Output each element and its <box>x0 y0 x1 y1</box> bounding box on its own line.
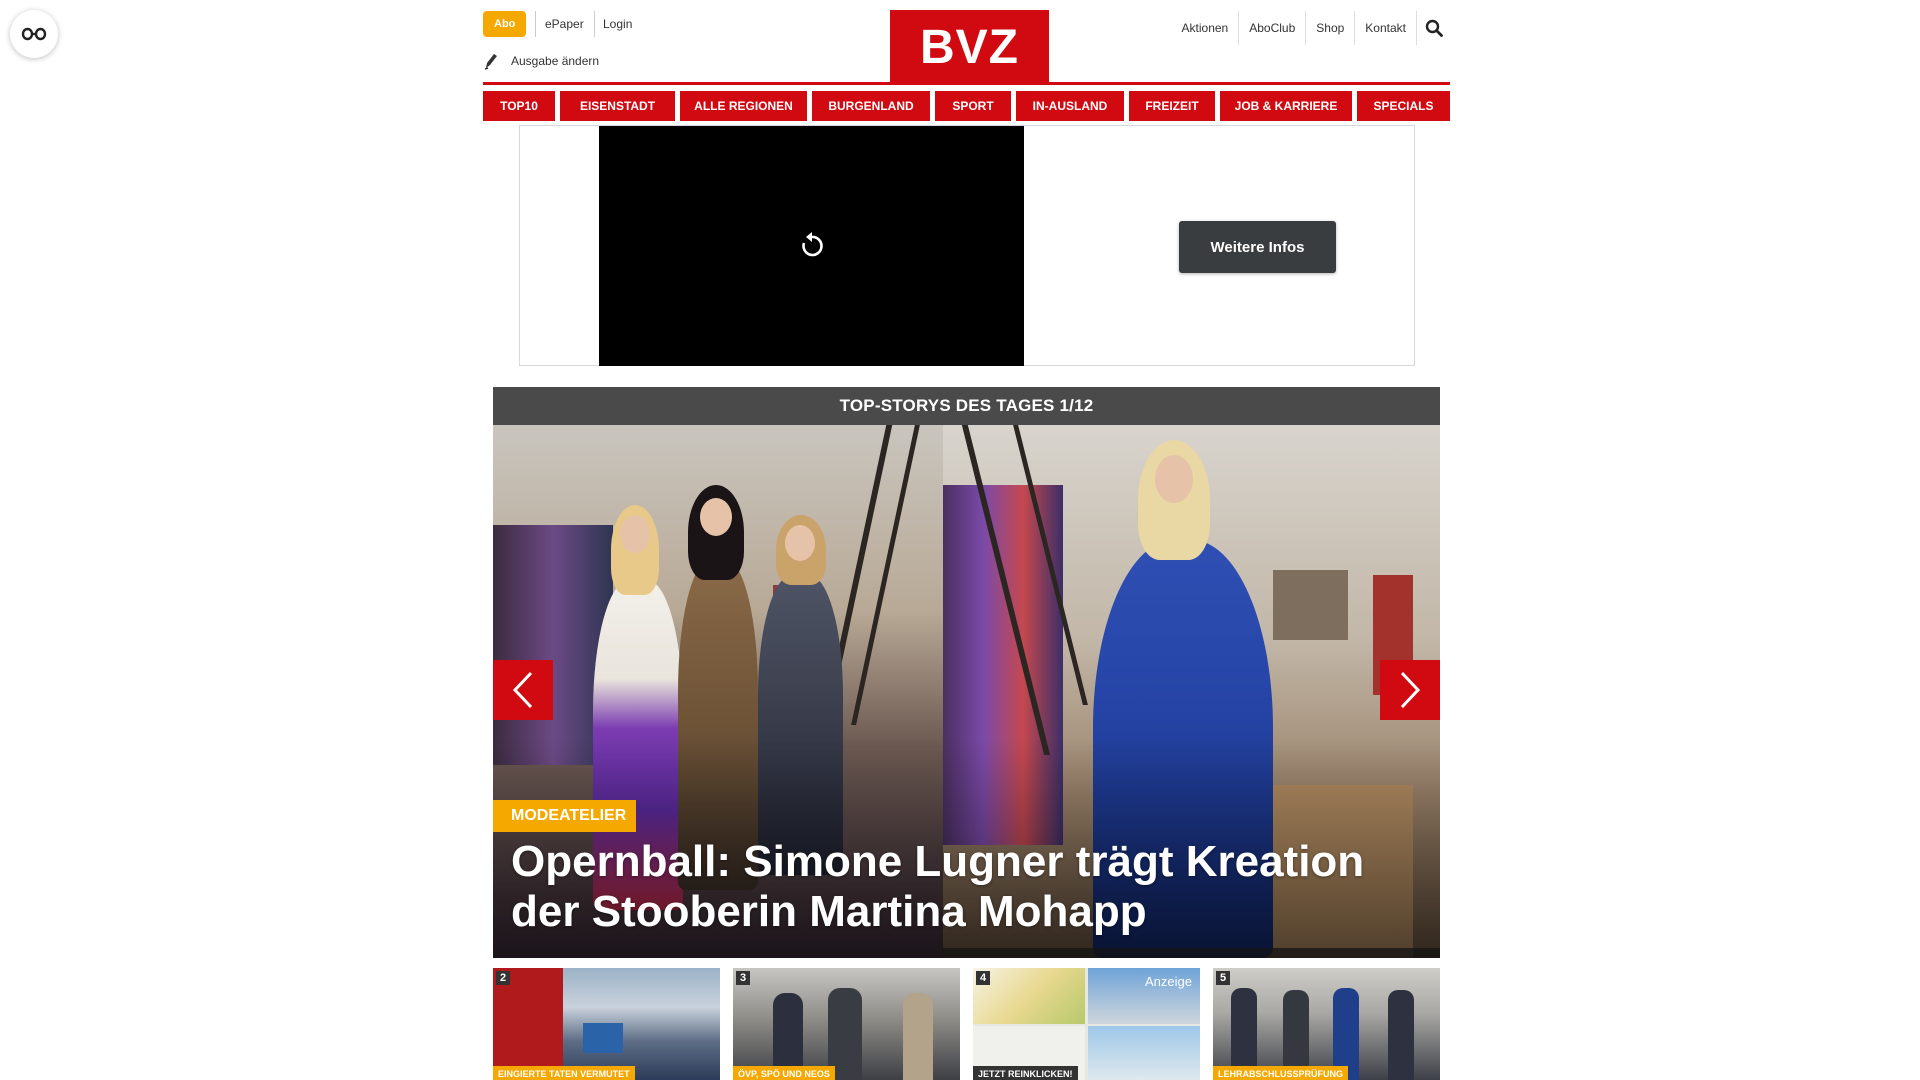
thumbnail-number: 5 <box>1216 971 1230 985</box>
nav-item-specials[interactable]: SPECIALS <box>1357 91 1450 121</box>
ad-banner: Weitere Infos <box>519 125 1415 366</box>
thumbnail-story-5[interactable]: 5 LEHRABSCHLUSSPRÜFUNG <box>1213 968 1440 1080</box>
bvz-logo[interactable]: BVZ <box>890 10 1049 84</box>
aktionen-link[interactable]: Aktionen <box>1172 11 1239 45</box>
site-header: Abo ePaper Login Ausgabe ändern BVZ Akti… <box>483 0 1450 85</box>
nav-item-freizeit[interactable]: FREIZEIT <box>1129 91 1215 121</box>
top-stories: TOP-STORYS DES TAGES 1/12 MODEATELIER Op… <box>493 387 1440 958</box>
header-red-line <box>483 82 1450 85</box>
abo-button[interactable]: Abo <box>483 11 527 37</box>
thumbnail-tag: LEHRABSCHLUSSPRÜFUNG <box>1213 1066 1349 1080</box>
kontakt-link[interactable]: Kontakt <box>1354 11 1416 45</box>
epaper-link[interactable]: ePaper <box>545 11 584 37</box>
change-edition-label: Ausgabe ändern <box>511 54 600 68</box>
thumbnail-story-4[interactable]: 4 Anzeige JETZT REINKLICKEN! <box>973 968 1200 1080</box>
main-nav: TOP10 EISENSTADT ALLE REGIONEN BURGENLAN… <box>483 91 1450 121</box>
nav-item-eisenstadt[interactable]: EISENSTADT <box>560 91 675 121</box>
story-thumbnails: 2 EINGIERTE TATEN VERMUTET 3 ÖVP, SPÖ UN… <box>493 968 1440 1080</box>
replay-icon[interactable] <box>798 231 826 261</box>
nav-item-burgenland[interactable]: BURGENLAND <box>812 91 930 121</box>
thumbnail-tag: JETZT REINKLICKEN! <box>973 1066 1078 1080</box>
thumbnail-story-2[interactable]: 2 EINGIERTE TATEN VERMUTET <box>493 968 720 1080</box>
nav-item-job-karriere[interactable]: JOB & KARRIERE <box>1220 91 1352 121</box>
divider <box>535 11 536 37</box>
chevron-left-icon <box>512 671 533 709</box>
slider-progress-bar <box>943 948 1440 958</box>
hero-story[interactable]: MODEATELIER Opernball: Simone Lugner trä… <box>493 425 1440 958</box>
glasses-icon <box>21 27 47 41</box>
thumbnail-number: 2 <box>496 971 510 985</box>
thumbnail-number: 4 <box>976 971 990 985</box>
top-stories-header: TOP-STORYS DES TAGES 1/12 <box>493 387 1440 425</box>
nav-item-alle-regionen[interactable]: ALLE REGIONEN <box>680 91 807 121</box>
shop-link[interactable]: Shop <box>1305 11 1354 45</box>
thumbnail-story-3[interactable]: 3 ÖVP, SPÖ UND NEOS <box>733 968 960 1080</box>
nav-item-sport[interactable]: SPORT <box>935 91 1011 121</box>
nav-item-in-ausland[interactable]: IN-AUSLAND <box>1016 91 1124 121</box>
divider <box>594 11 595 37</box>
thumbnail-number: 3 <box>736 971 750 985</box>
story-headline[interactable]: Opernball: Simone Lugner trägt Kreation … <box>511 837 1411 937</box>
thumbnail-tag: EINGIERTE TATEN VERMUTET <box>493 1066 635 1080</box>
thumbnail-tag: ÖVP, SPÖ UND NEOS <box>733 1066 835 1080</box>
next-story-button[interactable] <box>1380 660 1440 720</box>
story-kicker: MODEATELIER <box>493 800 637 832</box>
service-links: Aktionen AboClub Shop Kontakt <box>1172 11 1450 45</box>
search-button[interactable] <box>1416 11 1450 45</box>
login-link[interactable]: Login <box>603 11 632 37</box>
chevron-right-icon <box>1400 671 1421 709</box>
search-icon <box>1425 19 1443 37</box>
reader-glasses-button[interactable] <box>10 10 58 58</box>
page: Abo ePaper Login Ausgabe ändern BVZ Akti… <box>0 0 1920 1080</box>
nav-item-top10[interactable]: TOP10 <box>483 91 555 121</box>
more-info-button[interactable]: Weitere Infos <box>1179 221 1336 273</box>
prev-story-button[interactable] <box>493 660 553 720</box>
change-edition-link[interactable]: Ausgabe ändern <box>483 51 599 71</box>
aboclub-link[interactable]: AboClub <box>1238 11 1305 45</box>
pen-icon <box>484 54 497 70</box>
ad-video-player[interactable] <box>599 126 1024 366</box>
ad-label: Anzeige <box>1145 974 1192 989</box>
